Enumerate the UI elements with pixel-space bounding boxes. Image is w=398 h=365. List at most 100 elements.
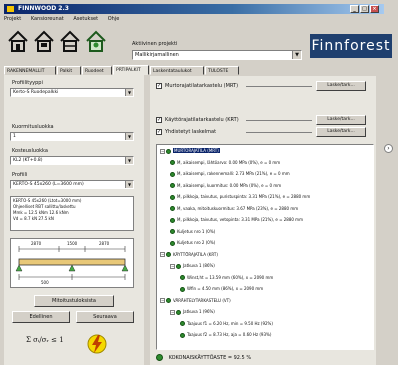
combined-calc-button[interactable]: Laske/tark... bbox=[316, 127, 366, 137]
profile-select[interactable]: KERTO-S 45x260 (L=3600 mm) ▼ bbox=[10, 180, 134, 189]
menu-kansioreunat[interactable]: Kansioreunat bbox=[31, 15, 64, 23]
status-ok-icon bbox=[176, 309, 181, 315]
status-ok-icon bbox=[180, 332, 185, 338]
profile-info-box: KERTO-S 45x260 (Ltot=3000 mm) Ohjeellise… bbox=[10, 196, 134, 231]
mrt-checkbox[interactable]: ✓ bbox=[156, 83, 162, 89]
menu-asetukset[interactable]: Asetukset bbox=[73, 15, 98, 23]
moisture-class-select[interactable]: KL2 (KT+0.8) ▼ bbox=[10, 156, 134, 165]
minimize-button[interactable]: _ bbox=[350, 5, 359, 13]
status-ok-icon bbox=[170, 229, 175, 234]
chevron-down-icon[interactable]: ▼ bbox=[125, 181, 133, 188]
app-window: FINNWOOD 2.3 _ □ × Projekt Kansioreunat … bbox=[0, 0, 398, 365]
tree-node[interactable]: M, pilkkoja, taivutus, puristuspinta: 3.… bbox=[170, 193, 310, 200]
profile-type-label: Profiilityyppi bbox=[12, 80, 43, 86]
tree-expander-icon[interactable]: − bbox=[160, 148, 165, 154]
tree-node[interactable]: M, vaaka, mitoituskuormitus: 3.67 MPa (2… bbox=[170, 205, 298, 212]
tree-node[interactable]: Kuljetus nro 2 (0%) bbox=[170, 239, 215, 246]
krt-section: ✓ Käyttörajatilatarkastelu (KRT) Laske/t… bbox=[156, 115, 370, 125]
profile-type-value: Kerto-S Ruodepalkki bbox=[13, 90, 59, 95]
results-button[interactable]: Mitoitustuloksista bbox=[34, 295, 114, 307]
tree-node-label: Winst,ht = 13.59 mm (60%), x = 2090 mm bbox=[187, 274, 274, 280]
divider bbox=[246, 120, 312, 121]
previous-button[interactable]: Edellinen bbox=[12, 311, 70, 323]
load-class-select[interactable]: 1 ▼ bbox=[10, 132, 134, 141]
tree-node[interactable]: Kuljetus nro 1 (0%) bbox=[170, 228, 215, 235]
project-select[interactable]: Mallikirjamallinen ▼ bbox=[132, 50, 302, 60]
tree-node-label: Kuljetus nro 2 (0%) bbox=[177, 240, 216, 245]
next-button[interactable]: Seuraava bbox=[76, 311, 134, 323]
tab-tuloste[interactable]: TULOSTE bbox=[205, 66, 239, 75]
tree-node-label: Jatkuva 1 (96%) bbox=[183, 309, 215, 314]
status-ok-icon bbox=[166, 298, 171, 303]
house-3-icon[interactable] bbox=[60, 30, 80, 52]
load-class-label: Kuormitusluokka bbox=[12, 124, 54, 130]
tree-node[interactable]: − KÄYTTÖRAJATILA (KRT) bbox=[160, 251, 218, 258]
beam-diagram-graphic bbox=[15, 246, 129, 280]
tree-node[interactable]: M, pilkkoja, taivutus, vetopinta: 3.31 M… bbox=[170, 216, 303, 223]
combined-checkbox[interactable]: ✓ bbox=[156, 129, 162, 135]
tree-node-label: M, pilkkoja, taivutus, puristuspinta: 3.… bbox=[177, 194, 311, 199]
tab-laskentataulukot[interactable]: Laskentataulukot bbox=[150, 66, 204, 75]
tab-ruodeet[interactable]: Ruodeet bbox=[82, 66, 112, 75]
tree-node[interactable]: M, aikaisempi, rakennemalli: 2.73 MPa (2… bbox=[170, 170, 290, 177]
status-ok-icon bbox=[180, 275, 185, 280]
tree-expander-icon[interactable]: − bbox=[160, 298, 165, 303]
window-title: FINNWOOD 2.3 bbox=[18, 5, 69, 12]
status-ok-icon bbox=[176, 263, 181, 269]
tree-node[interactable]: − Jatkuva 1 (96%) bbox=[170, 308, 215, 315]
tab-prtipalkit[interactable]: PRTIPALKIT bbox=[113, 65, 149, 75]
status-ok-icon bbox=[170, 183, 175, 188]
diagram-label: 2870 bbox=[99, 241, 110, 246]
mrt-calc-button[interactable]: Laske/tark... bbox=[316, 81, 366, 91]
formula-text: Σ σᵢ/σᵣ ≤ 1 bbox=[26, 336, 64, 344]
tree-node[interactable]: Taajuus f2 = 8.73 Hz, aja = 0.60 Hz (93%… bbox=[180, 331, 271, 338]
tree-node-label: Taajuus f2 = 8.73 Hz, aja = 0.60 Hz (93%… bbox=[187, 332, 272, 337]
tree-node[interactable]: Winst,ht = 13.59 mm (60%), x = 2090 mm bbox=[180, 274, 273, 281]
tree-expander-icon[interactable]: − bbox=[160, 252, 165, 257]
tree-expander-icon[interactable]: − bbox=[170, 263, 175, 269]
status-ok-icon bbox=[170, 194, 175, 200]
chevron-down-icon[interactable]: ▼ bbox=[125, 133, 133, 140]
overall-utilization: KOKONAISKÄYTTÖASTE = 92.5 % bbox=[156, 354, 370, 363]
chevron-down-icon[interactable]: ▼ bbox=[125, 157, 133, 164]
result-tree[interactable]: − MURTORAJATILA (MRT) M, aikaisempi, lähtö… bbox=[156, 144, 374, 350]
house-4-icon[interactable] bbox=[86, 30, 106, 52]
app-icon bbox=[7, 6, 14, 12]
status-ok-icon bbox=[170, 160, 175, 165]
tree-node-label: Taajuus f1 = 6.20 Hz, min = 9.50 Hz (92%… bbox=[187, 320, 273, 326]
tree-node[interactable]: M, aikaisempi, kuormitus: 0.00 MPa (0%),… bbox=[170, 182, 281, 189]
moisture-class-label: Kosteusluokka bbox=[12, 148, 48, 154]
status-ok-icon bbox=[170, 217, 175, 223]
title-bar[interactable]: FINNWOOD 2.3 _ □ × bbox=[4, 4, 384, 14]
menu-ohje[interactable]: Ohje bbox=[108, 15, 120, 23]
diagram-label: 2870 bbox=[31, 241, 42, 246]
tree-node-label: Kuljetus nro 1 (0%) bbox=[177, 228, 216, 234]
chevron-down-icon[interactable]: ▼ bbox=[292, 51, 301, 59]
info-line: Vd = 8.7 kN 27.5 kN bbox=[13, 216, 54, 221]
profile-type-select[interactable]: Kerto-S Ruodepalkki ▼ bbox=[10, 88, 134, 97]
chevron-down-icon[interactable]: ▼ bbox=[125, 89, 133, 96]
tree-node[interactable]: − VÄRÄHTELYTARKASTELU (VT) bbox=[160, 297, 231, 304]
diagram-label: 500 bbox=[41, 280, 49, 285]
tree-node[interactable]: − MURTORAJATILA (MRT) bbox=[160, 147, 220, 154]
tab-rakennemallit[interactable]: RAKENNEMALLIT bbox=[4, 66, 56, 75]
tree-node[interactable]: Wfin = 4.50 mm (86%), x = 2090 mm bbox=[180, 285, 263, 292]
tree-node[interactable]: Taajuus f1 = 6.20 Hz, min = 9.50 Hz (92%… bbox=[180, 320, 273, 327]
tab-palkit[interactable]: Palkit bbox=[57, 66, 81, 75]
project-select-value: Mallikirjamallinen bbox=[135, 52, 179, 58]
forward-icon[interactable]: › bbox=[384, 144, 393, 153]
house-1-icon[interactable] bbox=[8, 30, 28, 52]
house-2-icon[interactable] bbox=[34, 30, 54, 52]
close-button[interactable]: × bbox=[370, 5, 379, 13]
tree-expander-icon[interactable]: − bbox=[170, 309, 175, 315]
status-ok-icon bbox=[180, 321, 185, 326]
results-panel: ✓ Murtorajatilatarkastelu (MRT) Laske/ta… bbox=[150, 76, 376, 365]
maximize-button[interactable]: □ bbox=[360, 5, 369, 13]
krt-label: Käyttörajatilatarkastelu (KRT) bbox=[165, 117, 239, 123]
tree-node[interactable]: − Jatkuva 1 (86%) bbox=[170, 262, 215, 269]
menu-projekt[interactable]: Projekt bbox=[4, 15, 21, 23]
krt-calc-button[interactable]: Laske/tark... bbox=[316, 115, 366, 125]
tree-node[interactable]: M, aikaisempi, lähtöarvo: 0.00 MPa (0%),… bbox=[170, 159, 280, 166]
krt-checkbox[interactable]: ✓ bbox=[156, 117, 162, 123]
load-class-value: 1 bbox=[13, 134, 16, 139]
